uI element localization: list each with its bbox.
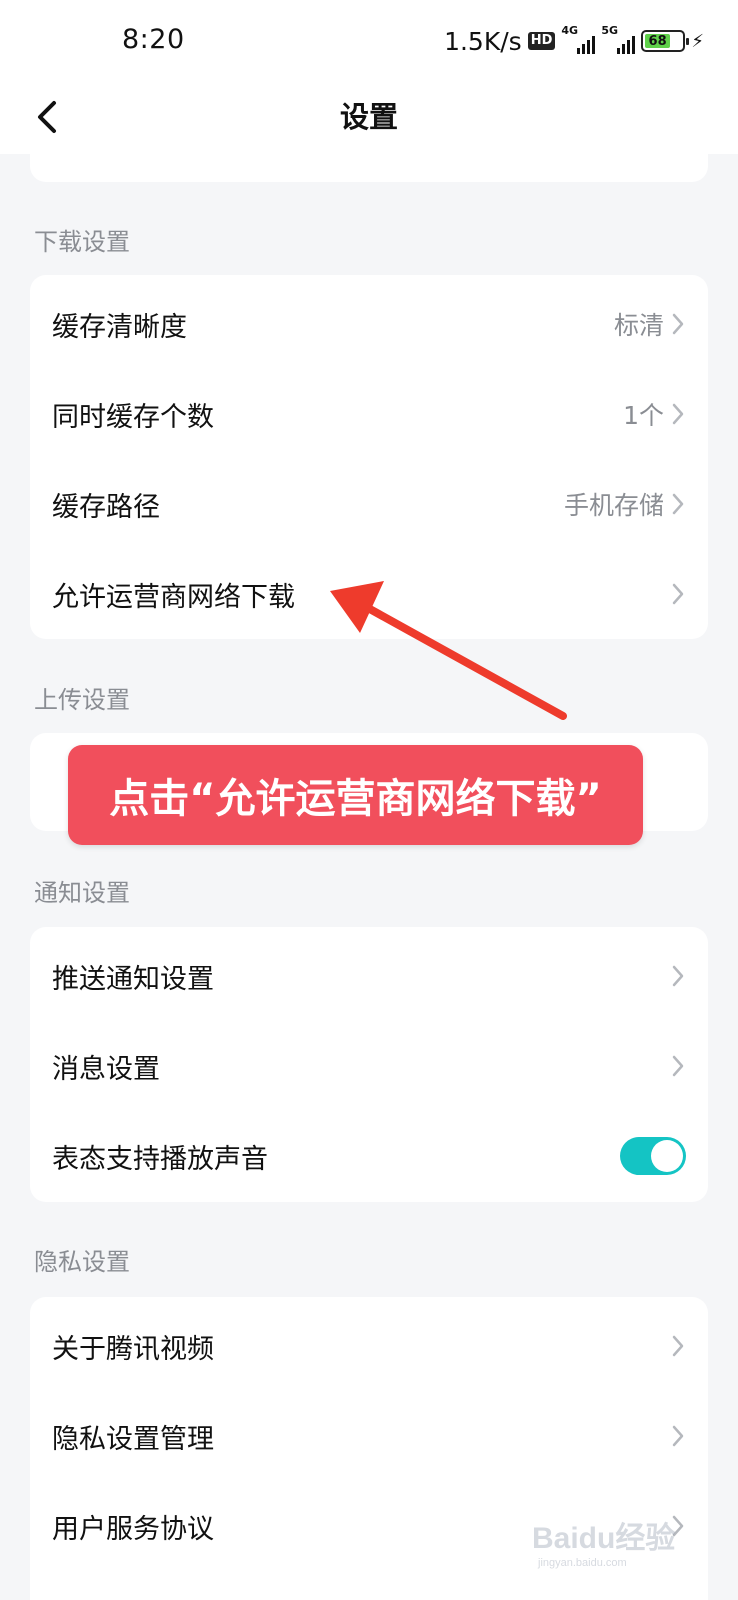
row-label: 表态支持播放声音 <box>52 1143 268 1175</box>
reaction-sound-toggle[interactable] <box>620 1137 686 1175</box>
chevron-right-icon <box>670 1053 686 1079</box>
section-header-notify: 通知设置 <box>34 879 130 907</box>
status-indicators: 1.5K/s HD 4G 5G 68 ⚡ <box>444 24 704 56</box>
charging-icon: ⚡ <box>691 30 704 52</box>
page-title: 设置 <box>339 100 398 134</box>
row-label: 缓存路径 <box>52 491 160 523</box>
section-header-upload: 上传设置 <box>34 686 130 714</box>
watermark-subtext: jingyan.baidu.com <box>537 1557 627 1569</box>
row-cache-quality[interactable]: 缓存清晰度 标清 <box>30 279 708 369</box>
signal-5g-icon: 5G <box>601 24 636 54</box>
nav-bar: 设置 <box>0 80 738 154</box>
row-label: 关于腾讯视频 <box>52 1333 214 1365</box>
section-header-download: 下载设置 <box>34 228 130 256</box>
row-value: 标清 <box>613 311 664 340</box>
chevron-right-icon <box>670 401 686 427</box>
previous-section-card <box>30 150 708 182</box>
chevron-right-icon <box>670 1333 686 1359</box>
row-push-notification[interactable]: 推送通知设置 <box>30 931 708 1021</box>
signal-4g-tag: 4G <box>561 24 579 37</box>
battery-level: 68 <box>645 34 670 49</box>
battery-icon: 68 <box>641 30 690 52</box>
baidu-jingyan-watermark: Baidu经验 jingyan.baidu.com <box>528 1512 698 1572</box>
chevron-right-icon <box>670 963 686 989</box>
row-reaction-sound: 表态支持播放声音 <box>30 1111 708 1201</box>
row-about-tencent-video[interactable]: 关于腾讯视频 <box>30 1301 708 1391</box>
chevron-right-icon <box>670 1423 686 1449</box>
row-value: 手机存储 <box>563 491 664 520</box>
row-label: 同时缓存个数 <box>52 401 214 433</box>
row-privacy-management[interactable]: 隐私设置管理 <box>30 1391 708 1481</box>
signal-5g-tag: 5G <box>601 24 619 37</box>
status-bar: 8:20 1.5K/s HD 4G 5G 68 ⚡ <box>0 0 738 80</box>
row-label: 缓存清晰度 <box>52 311 187 343</box>
status-time: 8:20 <box>122 24 185 55</box>
row-label: 推送通知设置 <box>52 963 214 995</box>
hd-voice-icon: HD <box>527 32 556 50</box>
row-concurrent-cache-count[interactable]: 同时缓存个数 1个 <box>30 369 708 459</box>
row-cache-path[interactable]: 缓存路径 手机存储 <box>30 459 708 549</box>
row-label: 消息设置 <box>52 1053 160 1085</box>
section-header-privacy: 隐私设置 <box>34 1248 130 1276</box>
signal-4g-icon: 4G <box>561 24 596 54</box>
baidu-paw-logo-icon: Baidu经验 jingyan.baidu.com <box>532 1521 675 1569</box>
row-label: 隐私设置管理 <box>52 1423 214 1455</box>
chevron-right-icon <box>670 491 686 517</box>
toggle-knob <box>651 1140 683 1172</box>
row-label: 允许运营商网络下载 <box>52 581 295 613</box>
settings-page: 8:20 1.5K/s HD 4G 5G 68 ⚡ 设置 下载设置 缓存清晰度 … <box>0 0 738 1600</box>
watermark-text: Baidu经验 <box>532 1521 675 1555</box>
row-value: 1个 <box>623 401 664 430</box>
notify-settings-card: 推送通知设置 消息设置 表态支持播放声音 <box>30 927 708 1202</box>
download-settings-card: 缓存清晰度 标清 同时缓存个数 1个 缓存路径 手机存储 允许运营商网络下载 <box>30 275 708 639</box>
row-message-settings[interactable]: 消息设置 <box>30 1021 708 1111</box>
network-speed: 1.5K/s <box>444 26 522 56</box>
chevron-right-icon <box>670 311 686 337</box>
annotation-callout: 点击“允许运营商网络下载” <box>68 745 643 845</box>
chevron-right-icon <box>670 581 686 607</box>
row-allow-carrier-download[interactable]: 允许运营商网络下载 <box>30 549 708 639</box>
